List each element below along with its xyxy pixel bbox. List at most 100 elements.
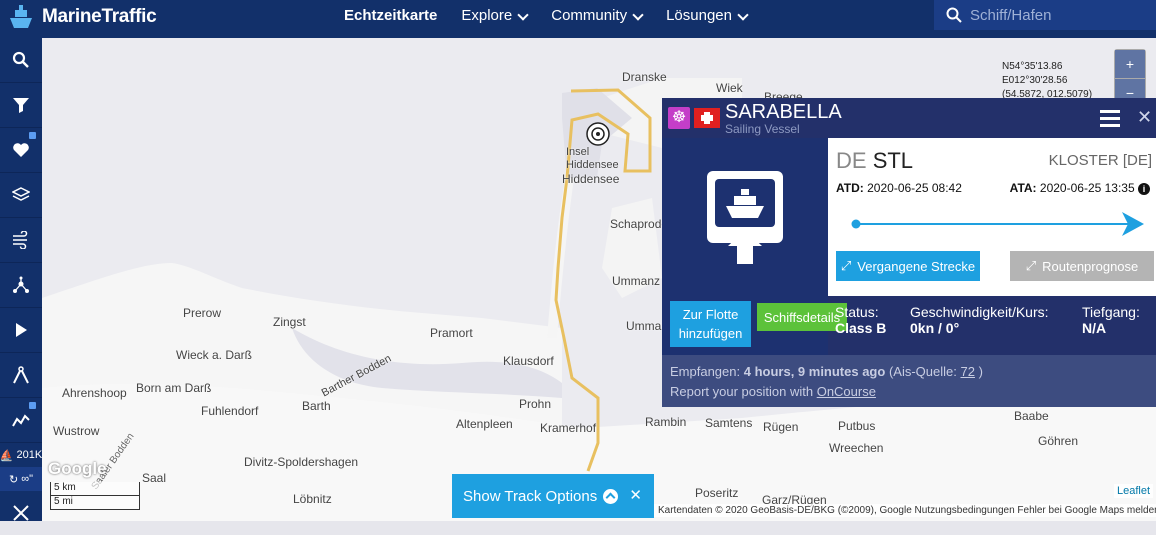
search-tool-button[interactable] [0, 38, 42, 83]
layers-button[interactable] [0, 173, 42, 218]
chevron-down-icon [632, 9, 644, 21]
vessel-type: Sailing Vessel [725, 122, 800, 136]
nav-community[interactable]: Community [539, 0, 654, 30]
place-label: Ummanz [612, 274, 661, 288]
filter-icon [13, 98, 29, 113]
place-label: Wustrow [53, 424, 100, 438]
report-prefix: Report your position with [670, 384, 814, 399]
source-prefix: (Ais-Quelle: [888, 364, 957, 379]
place-label: Wieck a. Darß [176, 348, 253, 362]
route-forecast-button[interactable]: ⤢ Routenprognose [1010, 251, 1154, 281]
source-id-link[interactable]: 72 [961, 364, 975, 379]
vessel-name: SARABELLA [725, 101, 842, 123]
vessel-count[interactable]: ⛵ 201K [0, 443, 42, 467]
nodes-icon [13, 276, 29, 293]
place-label: Saal [142, 471, 167, 485]
vessel-popup: ☸ SARABELLA Sailing Vessel ✕ DE STL KLOS… [662, 98, 1156, 407]
track-toggle[interactable]: ↻ ∞" [0, 467, 42, 491]
measure-button[interactable] [0, 353, 42, 398]
place-label: Zingst [273, 315, 306, 329]
place-label: Rügen [763, 420, 799, 434]
weather-button[interactable] [0, 218, 42, 263]
track-close-button[interactable]: ✕ [629, 486, 642, 504]
place-label: Prohn [519, 397, 552, 411]
place-label: Fuhlendorf [201, 404, 259, 418]
analytics-button[interactable] [0, 398, 42, 443]
wind-icon [13, 231, 28, 249]
top-bar: MarineTraffic Echtzeitkarte Explore Comm… [0, 0, 1156, 38]
zoom-in-button[interactable]: + [1115, 50, 1145, 79]
playback-button[interactable] [0, 308, 42, 353]
report-line: Report your position with OnCourse [670, 384, 876, 399]
lock-icon [29, 402, 36, 409]
vessel-details-button[interactable]: Schiffsdetails [757, 303, 847, 331]
line-chart-icon [12, 414, 30, 427]
route-icon: ⤢ [1025, 258, 1037, 273]
place-label: Poseritz [695, 486, 739, 500]
oncourse-link[interactable]: OnCourse [817, 384, 876, 399]
route-forecast-label: Routenprognose [1042, 258, 1139, 274]
filter-button[interactable] [0, 83, 42, 128]
atd-field: ATD: 2020-06-25 08:42 [836, 181, 962, 195]
track-options-label: Show Track Options [463, 487, 598, 505]
voyage-progress [851, 212, 1144, 236]
place-label: Ahrenshoop [62, 386, 127, 400]
place-label: Baabe [1014, 409, 1049, 423]
ship-logo-icon [10, 5, 32, 28]
departure-port: DE STL [836, 148, 913, 174]
favorites-button[interactable] [0, 128, 42, 173]
map-attribution[interactable]: Kartendaten © 2020 GeoBasis-DE/BKG (©200… [654, 504, 1156, 517]
place-label: Klausdorf [503, 354, 554, 368]
nav-explore[interactable]: Explore [449, 0, 539, 30]
track-toggle-label: ∞" [21, 473, 33, 485]
place-label: Wiek [716, 81, 743, 95]
scale-km: 5 km [50, 482, 140, 496]
nav-community-label: Community [551, 7, 628, 24]
nav-live-map[interactable]: Echtzeitkarte [332, 0, 449, 30]
brand-name: MarineTraffic [42, 6, 157, 27]
place-label: Divitz-Spoldershagen [244, 455, 359, 469]
source-suffix: ) [978, 364, 983, 379]
received-label: Empfangen: [670, 364, 741, 379]
fullscreen-button[interactable] [0, 491, 42, 535]
search-icon [946, 7, 962, 23]
speed-label: Geschwindigkeit/Kurs: [910, 304, 1049, 320]
add-to-fleet-button[interactable]: Zur Flotte hinzufügen [670, 301, 751, 347]
place-label: Putbus [838, 419, 876, 433]
received-value: 4 hours, 9 minutes ago [743, 364, 886, 379]
nav-live-map-label: Echtzeitkarte [344, 7, 438, 24]
chevron-up-icon [603, 488, 619, 504]
distance-tool-button[interactable] [0, 263, 42, 308]
place-label: Rambin [645, 415, 687, 429]
scale-bar: 5 km 5 mi [50, 482, 140, 510]
speed-field: Geschwindigkeit/Kurs: 0kn / 0° [910, 304, 1049, 336]
leaflet-link[interactable]: Leaflet [1114, 484, 1154, 498]
place-label: Pramort [430, 326, 473, 340]
latitude-readout: N54°35'13.86 [1002, 61, 1063, 72]
place-label: Barth [302, 399, 331, 413]
place-label: Altenpleen [456, 417, 513, 431]
info-icon[interactable]: i [1138, 183, 1150, 195]
search-input[interactable] [968, 5, 1152, 25]
place-label: Göhren [1038, 434, 1079, 448]
past-track-label: Vergangene Strecke [857, 258, 976, 274]
left-toolbar: ⛵ 201K ↻ ∞" [0, 38, 42, 521]
received-line: Empfangen: 4 hours, 9 minutes ago (Ais-Q… [670, 364, 983, 379]
popup-header: ☸ SARABELLA Sailing Vessel ✕ [662, 98, 1156, 138]
destination-port: KLOSTER [DE] [1048, 152, 1152, 169]
atd-label: ATD: [836, 181, 864, 195]
track-options-button[interactable]: Show Track Options ✕ [452, 474, 654, 518]
close-icon[interactable]: ✕ [1137, 107, 1152, 128]
status-field: Status: Class B [835, 304, 886, 336]
vessel-count-value: 201K [16, 449, 43, 461]
search-bar [934, 0, 1156, 30]
longitude-readout: E012°30'28.56 [1002, 75, 1068, 86]
nav-solutions[interactable]: Lösungen [654, 0, 759, 30]
past-track-button[interactable]: ⤢ Vergangene Strecke [836, 251, 980, 281]
brand-logo[interactable]: MarineTraffic [6, 2, 157, 32]
cursor-coordinates: N54°35'13.86 E012°30'28.56 (54.5872, 012… [1002, 60, 1092, 102]
menu-icon[interactable] [1100, 110, 1120, 131]
heart-icon [13, 143, 29, 157]
compass-icon [13, 366, 29, 384]
status-value: Class B [835, 320, 887, 336]
